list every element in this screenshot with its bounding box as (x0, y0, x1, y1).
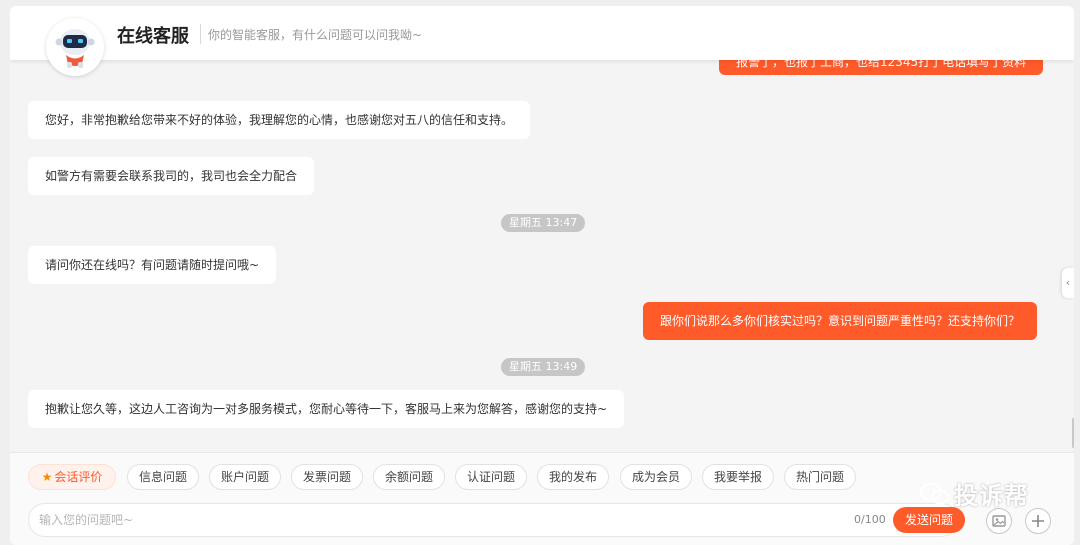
page-subtitle: 你的智能客服，有什么问题可以问我呦~ (208, 28, 423, 42)
message-input[interactable] (39, 504, 819, 536)
page-title: 在线客服 (117, 26, 189, 47)
chat-header: 在线客服 你的智能客服，有什么问题可以问我呦~ (10, 6, 1074, 60)
quick-action-chip[interactable]: 我的发布 (537, 464, 609, 490)
quick-action-chip[interactable]: 账户问题 (209, 464, 281, 490)
plus-icon[interactable] (1025, 508, 1051, 534)
robot-avatar-icon (46, 18, 104, 76)
quick-action-chip[interactable]: 认证问题 (455, 464, 527, 490)
message-input-box: 0/100 发送问题 (28, 503, 965, 537)
timestamp: 星期五 13:49 (501, 358, 586, 376)
scrollbar-thumb[interactable] (1072, 418, 1074, 448)
char-counter: 0/100 (854, 513, 886, 526)
star-icon: ★ (41, 470, 53, 484)
header-divider (200, 24, 201, 44)
quick-action-chip[interactable]: 热门问题 (784, 464, 856, 490)
rate-label: 会话评价 (54, 470, 103, 484)
wechat-icon (920, 482, 950, 506)
quick-action-chip[interactable]: 我要举报 (702, 464, 774, 490)
timestamp: 星期五 13:47 (501, 214, 586, 232)
watermark: 投诉帮 (920, 476, 1029, 511)
message-incoming: 如警方有需要会联系我司的，我司也会全力配合 (28, 157, 315, 195)
chat-window: 在线客服 你的智能客服，有什么问题可以问我呦~ 报警了，也报了工商，也给1234… (10, 6, 1074, 545)
message-incoming: 抱歉让您久等，这边人工咨询为一对多服务模式，您耐心等待一下，客服马上来为您解答，… (28, 390, 625, 428)
message-outgoing: 跟你们说那么多你们核实过吗？意识到问题严重性吗？还支持你们？ (643, 302, 1038, 340)
message-incoming: 您好，非常抱歉给您带来不好的体验，我理解您的心情，也感谢您对五八的信任和支持。 (28, 101, 531, 139)
rate-session-button[interactable]: ★ 会话评价 (28, 464, 116, 490)
chevron-left-icon[interactable]: ‹ (1062, 268, 1074, 298)
quick-action-chip[interactable]: 发票问题 (291, 464, 363, 490)
quick-action-chip[interactable]: 成为会员 (620, 464, 692, 490)
composer-area: ★ 会话评价 信息问题 账户问题 发票问题 余额问题 认证问题 我的发布 成为会员… (10, 452, 1074, 545)
quick-action-chip[interactable]: 余额问题 (373, 464, 445, 490)
quick-action-chip[interactable]: 信息问题 (127, 464, 199, 490)
image-icon[interactable] (986, 508, 1012, 534)
watermark-text: 投诉帮 (954, 482, 1029, 510)
message-incoming: 请问你还在线吗？有问题请随时提问哦~ (28, 246, 277, 284)
